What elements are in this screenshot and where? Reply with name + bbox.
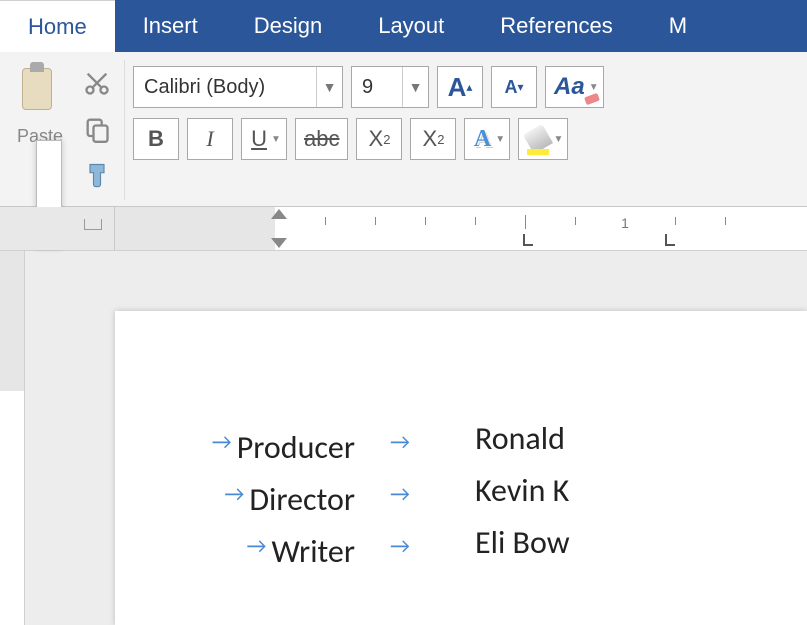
superscript-button[interactable]: X2 — [410, 118, 456, 160]
chevron-down-icon: ▼ — [316, 67, 342, 107]
document-area: →Producer → Ronald →Director → Kevin K →… — [0, 251, 807, 625]
document-line: →Writer → Eli Bow — [115, 521, 807, 573]
tab-partial[interactable]: M — [641, 0, 715, 52]
tab-stop-marker[interactable] — [523, 234, 533, 246]
tab-arrow-icon: → — [207, 428, 237, 467]
ruler-area: 1 — [0, 207, 807, 251]
copy-icon — [83, 115, 111, 143]
paintbrush-icon — [83, 161, 111, 189]
text-effects-button[interactable]: A▼ — [464, 118, 510, 160]
document-line: →Director → Kevin K — [115, 469, 807, 521]
highlight-button[interactable]: ▼ — [518, 118, 568, 160]
tab-layout[interactable]: Layout — [350, 0, 472, 52]
tab-references[interactable]: References — [472, 0, 641, 52]
cut-button[interactable] — [80, 66, 114, 100]
ruler-corner[interactable] — [0, 207, 115, 250]
ruler-number: 1 — [621, 215, 629, 231]
bold-button[interactable]: B — [133, 118, 179, 160]
ribbon-home-panel: Paste Calibri (Body) ▼ 9 — [0, 52, 807, 207]
scissors-icon — [83, 69, 111, 97]
font-size-value: 9 — [352, 76, 402, 99]
name-text: Ronald — [475, 419, 807, 458]
subscript-button[interactable]: X2 — [356, 118, 402, 160]
name-text: Kevin K — [475, 471, 807, 510]
tab-insert[interactable]: Insert — [115, 0, 226, 52]
role-text: Writer — [272, 532, 355, 571]
tab-arrow-icon: → — [385, 532, 415, 559]
gutter — [25, 251, 115, 625]
shrink-font-button[interactable]: A▾ — [491, 66, 537, 108]
role-text: Director — [249, 480, 355, 519]
document-line: →Producer → Ronald — [115, 417, 807, 469]
chevron-down-icon: ▼ — [402, 67, 428, 107]
tab-design[interactable]: Design — [226, 0, 350, 52]
hanging-indent-marker[interactable] — [271, 238, 287, 248]
font-group: Calibri (Body) ▼ 9 ▼ A▴ A▾ Aa ▼ B I — [133, 60, 604, 200]
copy-button[interactable] — [80, 112, 114, 146]
font-size-combo[interactable]: 9 ▼ — [351, 66, 429, 108]
vertical-ruler[interactable] — [0, 251, 25, 625]
ribbon-tabs: Home Insert Design Layout References M — [0, 0, 807, 52]
name-text: Eli Bow — [475, 523, 807, 562]
clipboard-icon — [16, 62, 64, 122]
format-painter-button[interactable] — [80, 158, 114, 192]
tab-arrow-icon: → — [385, 428, 415, 455]
font-name-combo[interactable]: Calibri (Body) ▼ — [133, 66, 343, 108]
italic-button[interactable]: I — [187, 118, 233, 160]
tab-arrow-icon: → — [219, 480, 249, 519]
strikethrough-button[interactable]: abc — [295, 118, 348, 160]
grow-font-button[interactable]: A▴ — [437, 66, 483, 108]
paste-button[interactable]: Paste — [10, 60, 70, 149]
change-case-button[interactable]: Aa ▼ — [545, 66, 604, 108]
tab-arrow-icon: → — [385, 480, 415, 507]
clipboard-group: Paste — [10, 60, 125, 200]
role-text: Producer — [237, 428, 355, 467]
first-line-indent-marker[interactable] — [271, 209, 287, 219]
underline-button[interactable]: U▼ — [241, 118, 287, 160]
horizontal-ruler[interactable]: 1 — [115, 207, 807, 250]
tab-arrow-icon: → — [242, 532, 272, 571]
document-page[interactable]: →Producer → Ronald →Director → Kevin K →… — [115, 311, 807, 625]
tab-home[interactable]: Home — [0, 0, 115, 52]
tab-stop-marker[interactable] — [665, 234, 675, 246]
eraser-icon — [584, 93, 600, 105]
font-name-value: Calibri (Body) — [134, 76, 316, 99]
